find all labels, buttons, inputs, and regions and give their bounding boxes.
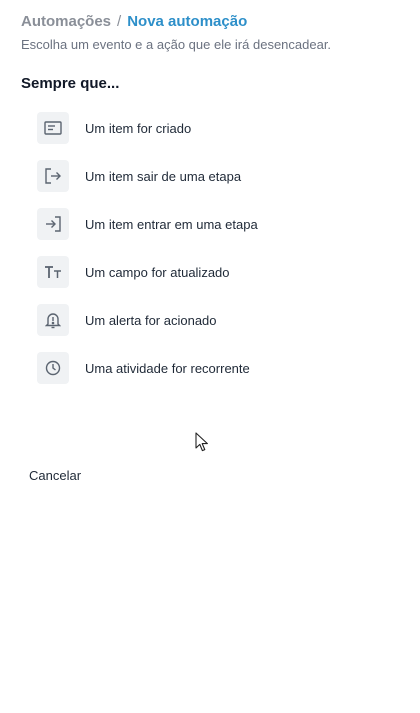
event-list: Um item for criado Um item sair de uma e… bbox=[37, 112, 397, 400]
event-item-created[interactable]: Um item for criado bbox=[37, 112, 397, 144]
event-label: Um item sair de uma etapa bbox=[85, 168, 242, 184]
event-label: Uma atividade for recorrente bbox=[85, 360, 250, 376]
event-item-recurring-activity[interactable]: Uma atividade for recorrente bbox=[37, 352, 397, 384]
section-title: Sempre que... bbox=[21, 75, 120, 92]
event-item-enter-stage[interactable]: Um item entrar em uma etapa bbox=[37, 208, 397, 240]
event-item-field-updated[interactable]: Um campo for atualizado bbox=[37, 256, 397, 288]
breadcrumb-separator: / bbox=[117, 13, 122, 30]
event-label: Um item for criado bbox=[85, 120, 192, 136]
event-label: Um item entrar em uma etapa bbox=[85, 216, 258, 232]
event-item-alert-triggered[interactable]: Um alerta for acionado bbox=[37, 304, 397, 336]
breadcrumb: Automações / Nova automação bbox=[21, 13, 247, 31]
bell-alert-icon bbox=[37, 304, 69, 336]
event-item-exit-stage[interactable]: Um item sair de uma etapa bbox=[37, 160, 397, 192]
breadcrumb-root-link[interactable]: Automações bbox=[21, 13, 111, 30]
mouse-pointer-icon bbox=[195, 432, 209, 457]
breadcrumb-current: Nova automação bbox=[127, 13, 248, 30]
clock-icon bbox=[37, 352, 69, 384]
text-size-icon bbox=[37, 256, 69, 288]
page-subtitle: Escolha um evento e a ação que ele irá d… bbox=[21, 37, 332, 52]
cancel-button[interactable]: Cancelar bbox=[29, 468, 81, 483]
exit-icon bbox=[37, 160, 69, 192]
event-label: Um campo for atualizado bbox=[85, 264, 230, 280]
event-label: Um alerta for acionado bbox=[85, 312, 217, 328]
enter-icon bbox=[37, 208, 69, 240]
card-icon bbox=[37, 112, 69, 144]
